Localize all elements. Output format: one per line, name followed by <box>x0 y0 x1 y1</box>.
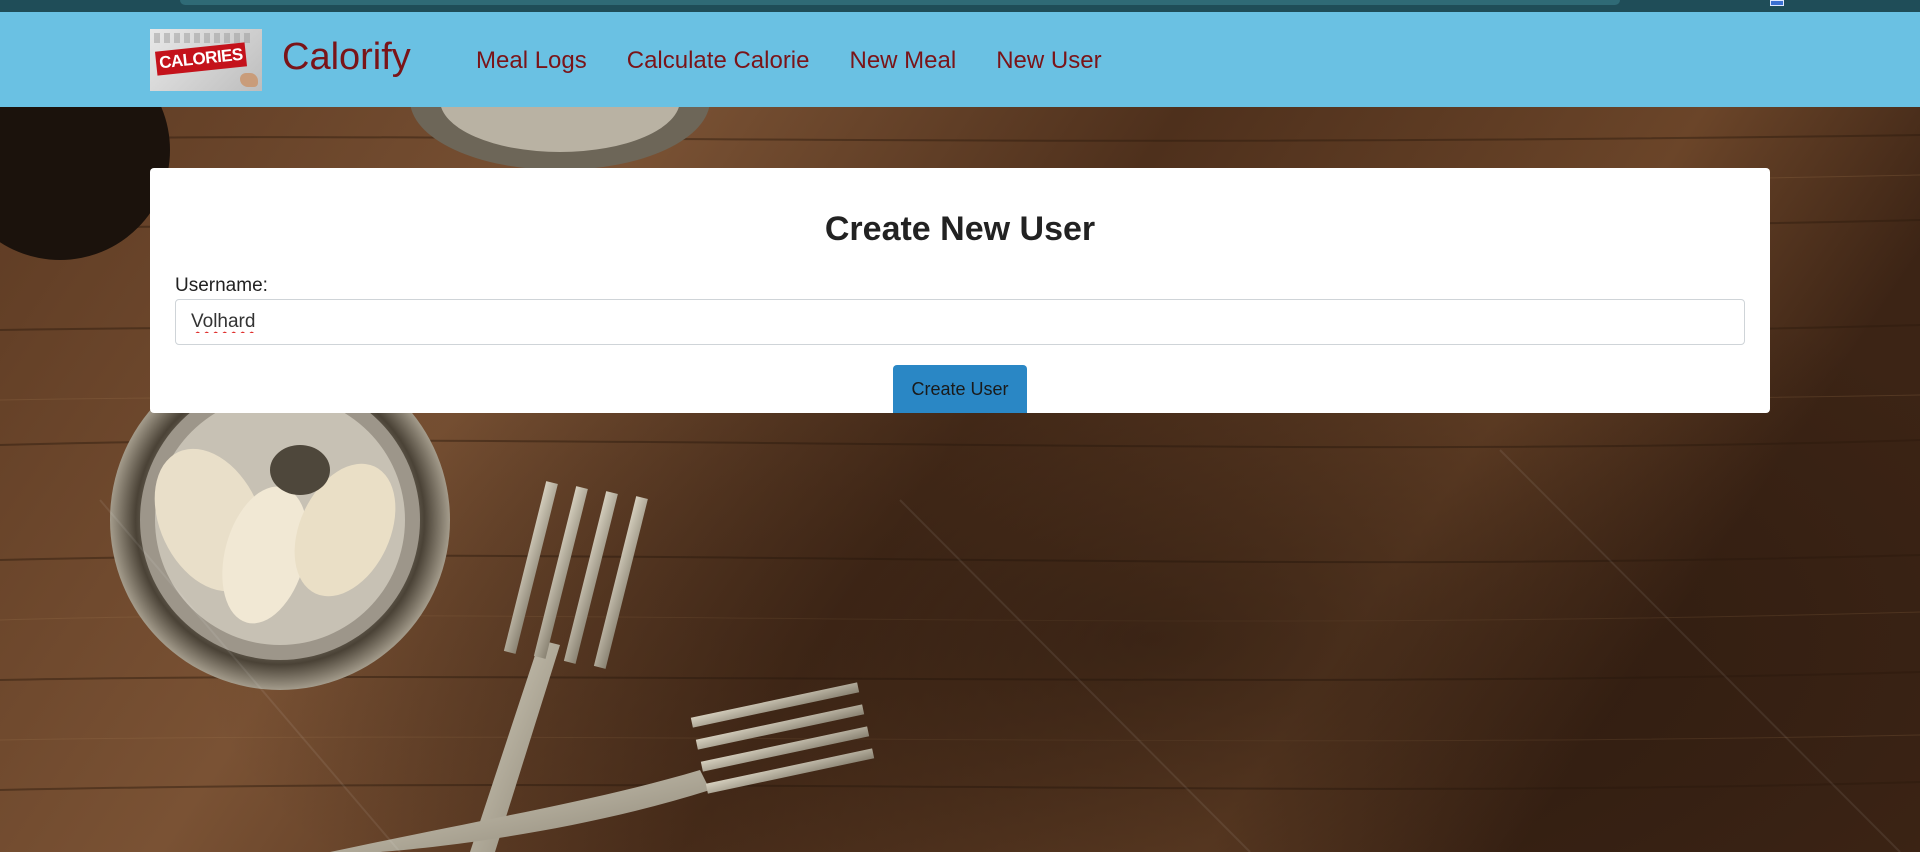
username-input[interactable] <box>175 299 1745 345</box>
logo-text-lines <box>154 33 254 43</box>
username-label: Username: <box>175 275 268 296</box>
nav-links: Meal Logs Calculate Calorie New Meal New… <box>476 46 1142 76</box>
create-user-button[interactable]: Create User <box>893 365 1027 413</box>
logo-hand-icon <box>240 73 258 87</box>
navbar: CALORIES Calorify Meal Logs Calculate Ca… <box>0 12 1920 107</box>
brand-logo[interactable]: CALORIES <box>150 29 262 91</box>
create-user-card: Create New User Username: Create User <box>150 168 1770 413</box>
logo-banner: CALORIES <box>154 42 248 76</box>
page-title: Create New User <box>824 210 1096 248</box>
browser-top-strip <box>0 0 1920 12</box>
top-strip-bar <box>180 0 1620 5</box>
nav-link-new-user[interactable]: New User <box>996 46 1101 76</box>
nav-link-calculate-calorie[interactable]: Calculate Calorie <box>627 46 810 76</box>
brand-name-link[interactable]: Calorify <box>282 34 411 80</box>
nav-link-meal-logs[interactable]: Meal Logs <box>476 46 587 76</box>
nav-link-new-meal[interactable]: New Meal <box>850 46 957 76</box>
background-wood-table-image <box>0 0 1920 852</box>
extension-icon[interactable] <box>1770 0 1784 6</box>
